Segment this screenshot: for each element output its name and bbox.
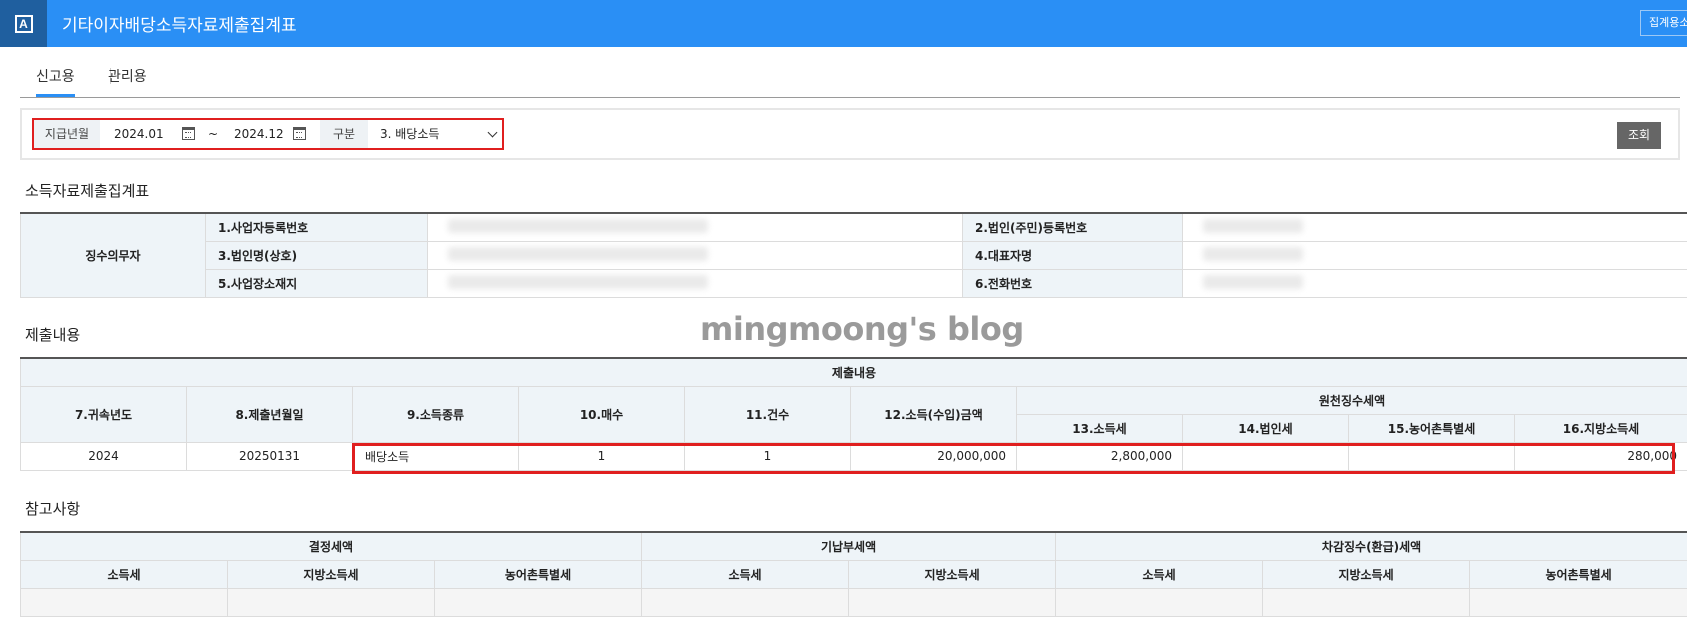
cell-empty <box>1055 587 1264 617</box>
cell-year: 2024 <box>20 441 187 471</box>
calendar-icon[interactable] <box>293 127 306 140</box>
cell-empty <box>848 587 1057 617</box>
date-separator: ~ <box>208 127 219 141</box>
page-title: 기타이자배당소득자료제출집계표 <box>62 16 297 36</box>
corp-reg-no-value <box>1182 212 1687 242</box>
submission-group-header: 제출내용 <box>19 357 1687 387</box>
summary-title: 소득자료제출집계표 <box>25 182 150 200</box>
determined-tax-header: 결정세액 <box>19 531 643 561</box>
cell-empty <box>20 587 228 617</box>
col-year: 7.귀속년도 <box>20 385 187 443</box>
col-income-tax: 소득세 <box>20 559 228 589</box>
tab-report[interactable]: 신고용 <box>36 66 75 97</box>
reference-table: 결정세액 기납부세액 차감징수(환급)세액 소득세 지방소득세 농어촌특별세 소… <box>19 531 1687 617</box>
cell-local-tax: 280,000 <box>1513 441 1687 471</box>
col-amount: 12.소득(수입)금액 <box>850 385 1017 443</box>
end-date-value: 2024.12 <box>234 127 284 141</box>
cell-amount: 20,000,000 <box>850 441 1017 471</box>
table-row <box>20 587 1687 617</box>
filter-bar: 지급년월 2024.01 ~ 2024.12 구분 3. 배당소득 조회 <box>20 108 1680 160</box>
table-row[interactable]: 2024 20250131 배당소득 1 1 20,000,000 2,800,… <box>20 441 1687 471</box>
col-income-type: 9.소득종류 <box>352 385 519 443</box>
cell-count-cases: 1 <box>684 441 851 471</box>
cell-empty <box>1262 587 1471 617</box>
withholding-group-header: 원천징수세액 <box>1015 385 1687 415</box>
deducted-tax-header: 차감징수(환급)세액 <box>1055 531 1687 561</box>
col-submit-date: 8.제출년월일 <box>186 385 353 443</box>
withholder-header: 징수의무자 <box>20 212 206 298</box>
col-local-tax: 지방소득세 <box>848 559 1057 589</box>
blog-watermark: mingmoong's blog <box>700 310 1024 348</box>
query-button[interactable]: 조회 <box>1617 122 1661 149</box>
submission-title: 제출내용 <box>25 326 81 344</box>
col-rural-tax: 농어촌특별세 <box>433 559 643 589</box>
cell-empty <box>227 587 435 617</box>
rep-name-value <box>1182 240 1687 270</box>
corp-name-label: 3.법인명(상호) <box>205 240 428 270</box>
address-value <box>427 268 963 298</box>
aggregate-button[interactable]: 집계용소 <box>1640 10 1687 36</box>
col-income-tax: 소득세 <box>641 559 850 589</box>
income-type-select[interactable]: 3. 배당소득 <box>368 120 502 148</box>
cell-submit-date: 20250131 <box>186 441 353 471</box>
cell-corp-tax <box>1182 441 1349 471</box>
col-rural-tax: 농어촌특별세 <box>1469 559 1687 589</box>
phone-label: 6.전화번호 <box>962 268 1183 298</box>
col-count-sheets: 10.매수 <box>518 385 685 443</box>
col-local-tax: 16.지방소득세 <box>1513 413 1687 443</box>
col-corp-tax: 14.법인세 <box>1182 413 1349 443</box>
col-local-tax: 지방소득세 <box>227 559 435 589</box>
corp-reg-no-label: 2.법인(주민)등록번호 <box>962 212 1183 242</box>
col-income-tax: 소득세 <box>1055 559 1264 589</box>
col-rural-tax: 15.농어촌특별세 <box>1348 413 1515 443</box>
col-income-tax: 13.소득세 <box>1016 413 1183 443</box>
submission-table: 제출내용 7.귀속년도 8.제출년월일 9.소득종류 10.매수 11.건수 1… <box>19 357 1687 471</box>
app-logo[interactable]: A <box>0 0 47 47</box>
cell-rural-tax <box>1348 441 1515 471</box>
phone-value <box>1182 268 1687 298</box>
tab-bar: 신고용 관리용 <box>20 58 1680 98</box>
cell-empty <box>1469 587 1687 617</box>
start-date-value: 2024.01 <box>114 127 164 141</box>
end-date-input[interactable]: 2024.12 <box>220 120 322 148</box>
cell-empty <box>641 587 850 617</box>
type-label: 구분 <box>320 120 368 148</box>
filter-highlight: 지급년월 2024.01 ~ 2024.12 구분 3. 배당소득 <box>32 118 504 150</box>
income-type-value: 3. 배당소득 <box>380 127 440 141</box>
cell-income-tax: 2,800,000 <box>1016 441 1183 471</box>
tab-manage[interactable]: 관리용 <box>108 66 147 86</box>
corp-name-value <box>427 240 963 270</box>
app-logo-icon: A <box>14 14 33 33</box>
calendar-icon[interactable] <box>182 127 195 140</box>
biz-reg-no-label: 1.사업자등록번호 <box>205 212 428 242</box>
rep-name-label: 4.대표자명 <box>962 240 1183 270</box>
period-label: 지급년월 <box>34 120 100 148</box>
address-label: 5.사업장소재지 <box>205 268 428 298</box>
biz-reg-no-value <box>427 212 963 242</box>
reference-title: 참고사항 <box>25 500 81 518</box>
prepaid-tax-header: 기납부세액 <box>641 531 1057 561</box>
title-bar: A 기타이자배당소득자료제출집계표 집계용소 <box>0 0 1687 47</box>
col-local-tax: 지방소득세 <box>1262 559 1471 589</box>
cell-income-type: 배당소득 <box>352 441 519 471</box>
summary-table: 징수의무자 1.사업자등록번호 2.법인(주민)등록번호 3.법인명(상호) 4… <box>20 212 1687 298</box>
cell-count-sheets: 1 <box>518 441 685 471</box>
col-count-cases: 11.건수 <box>684 385 851 443</box>
cell-empty <box>433 587 643 617</box>
